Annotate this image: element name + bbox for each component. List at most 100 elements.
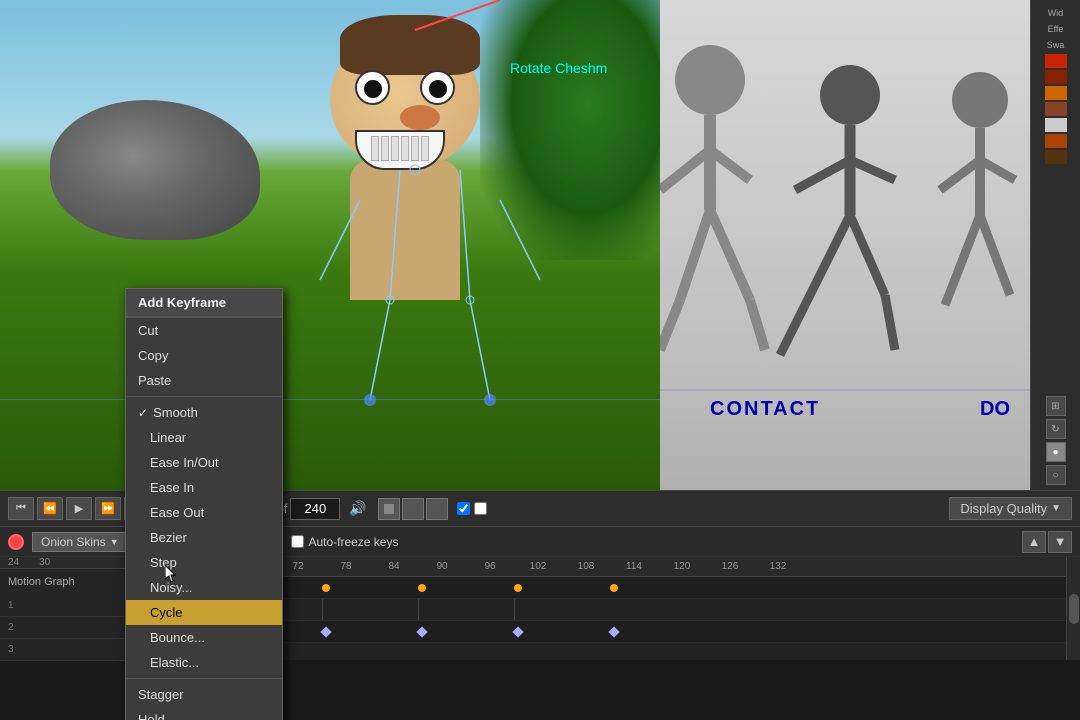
menu-bounce[interactable]: Bounce... xyxy=(126,625,282,650)
keyframe-3-2[interactable] xyxy=(320,626,331,637)
menu-copy[interactable]: Copy xyxy=(126,343,282,368)
volume-icon[interactable]: 🔊 xyxy=(349,500,366,517)
context-menu: Add Keyframe Cut Copy Paste ✓ Smooth Lin… xyxy=(125,288,283,720)
color-swatch-2[interactable] xyxy=(1045,70,1067,84)
keyframe-1-5[interactable] xyxy=(610,584,618,592)
keyframe-1-2[interactable] xyxy=(322,584,330,592)
menu-noisy[interactable]: Noisy... xyxy=(126,575,282,600)
menu-separator-3 xyxy=(126,678,282,679)
menu-separator-2 xyxy=(126,396,282,397)
frame-num-114: 114 xyxy=(610,561,658,572)
timeline-arrow-up[interactable]: ▲ xyxy=(1022,531,1046,553)
total-frames-input[interactable] xyxy=(290,498,340,520)
row-num-2: 2 xyxy=(0,617,129,639)
menu-step[interactable]: Step xyxy=(126,550,282,575)
sidebar-icon-4[interactable]: ○ xyxy=(1046,465,1066,485)
color-swatch-6[interactable] xyxy=(1045,134,1067,148)
frame-num-108: 108 xyxy=(562,561,610,572)
menu-add-keyframe[interactable]: Add Keyframe xyxy=(126,289,282,317)
right-sidebar: Wid Effe Swa ⊞ ↻ ● ○ xyxy=(1030,0,1080,490)
rewind-button[interactable]: ⏮ xyxy=(8,497,34,520)
character-eye-right xyxy=(420,70,455,105)
color-swatch-3[interactable] xyxy=(1045,86,1067,100)
menu-hold[interactable]: Hold... xyxy=(126,707,282,720)
row-num-1: 1 xyxy=(0,595,129,617)
onion-skins-btn[interactable]: Onion Skins ▼ xyxy=(32,532,128,552)
effect-label: Effe xyxy=(1048,21,1064,37)
menu-ease-in[interactable]: Ease In xyxy=(126,475,282,500)
menu-ease-out[interactable]: Ease Out xyxy=(126,500,282,525)
playback-indicator xyxy=(8,534,24,550)
play-button[interactable]: ▶ xyxy=(66,497,92,520)
smooth-checkmark: ✓ xyxy=(138,406,148,420)
frame-num-126: 126 xyxy=(706,561,754,572)
check-1[interactable] xyxy=(457,502,470,515)
menu-elastic[interactable]: Elastic... xyxy=(126,650,282,675)
keyframe-3-3[interactable] xyxy=(416,626,427,637)
frame-num-90: 90 xyxy=(418,561,466,572)
view-mode-3[interactable] xyxy=(426,498,448,520)
width-label: Wid xyxy=(1048,5,1064,21)
foliage-right xyxy=(480,0,660,260)
swatch-label: Swa xyxy=(1047,37,1065,53)
menu-stagger[interactable]: Stagger xyxy=(126,682,282,707)
rotate-label: Rotate Cheshm xyxy=(510,60,607,76)
keyframe-1-3[interactable] xyxy=(418,584,426,592)
svg-text:DO: DO xyxy=(980,398,1010,420)
menu-cut[interactable]: Cut xyxy=(126,318,282,343)
display-quality-btn[interactable]: Display Quality ▼ xyxy=(949,497,1072,520)
svg-text:CONTACT: CONTACT xyxy=(710,398,820,420)
timeline-left-panel: 24 30 Motion Graph 1 2 3 xyxy=(0,557,130,660)
frame-num-96: 96 xyxy=(466,561,514,572)
step-back-button[interactable]: ⏪ xyxy=(37,497,63,520)
step-forward-button[interactable]: ⏩ xyxy=(95,497,121,520)
character-body xyxy=(350,160,460,300)
color-swatch-7[interactable] xyxy=(1045,150,1067,164)
timeline-row-nums: 1 2 3 xyxy=(0,595,129,661)
tick-2-2 xyxy=(322,599,323,620)
main-wrapper: Rotate Cheshm xyxy=(0,0,1080,720)
blue-guide-line xyxy=(0,399,660,400)
frame-num-132: 132 xyxy=(754,561,802,572)
walk-panel: CONTACT DO xyxy=(660,0,1030,490)
character-hat xyxy=(340,15,480,75)
onion-chevron-icon: ▼ xyxy=(110,537,119,547)
menu-ease-in-out[interactable]: Ease In/Out xyxy=(126,450,282,475)
sidebar-icon-1[interactable]: ⊞ xyxy=(1046,396,1066,416)
row-num-3: 3 xyxy=(0,639,129,661)
sidebar-icon-2[interactable]: ↻ xyxy=(1046,419,1066,439)
color-swatch-5[interactable] xyxy=(1045,118,1067,132)
timeline-scrollbar[interactable] xyxy=(1066,557,1080,660)
checkbox-area xyxy=(457,502,487,515)
character-nose xyxy=(400,105,440,130)
menu-paste[interactable]: Paste xyxy=(126,368,282,393)
menu-cycle[interactable]: Cycle xyxy=(126,600,282,625)
frame-num-120: 120 xyxy=(658,561,706,572)
frame-num-84: 84 xyxy=(370,561,418,572)
view-mode-2[interactable] xyxy=(402,498,424,520)
tick-2-4 xyxy=(514,599,515,620)
color-swatch-4[interactable] xyxy=(1045,102,1067,116)
timeline-frame-ref: 24 30 xyxy=(0,557,129,569)
motion-graph-label: Motion Graph xyxy=(0,569,129,595)
menu-smooth[interactable]: ✓ Smooth xyxy=(126,400,282,425)
chevron-down-icon: ▼ xyxy=(1051,503,1061,514)
character-mouth xyxy=(355,130,445,170)
keyframe-1-4[interactable] xyxy=(514,584,522,592)
timeline-arrow-down[interactable]: ▼ xyxy=(1048,531,1072,553)
scene-panel: Rotate Cheshm xyxy=(0,0,660,490)
auto-freeze-label[interactable]: Auto-freeze keys xyxy=(291,535,398,549)
keyframe-3-5[interactable] xyxy=(608,626,619,637)
check-2[interactable] xyxy=(474,502,487,515)
auto-freeze-check[interactable] xyxy=(291,535,304,548)
menu-linear[interactable]: Linear xyxy=(126,425,282,450)
character-eye-left xyxy=(355,70,390,105)
keyframe-3-4[interactable] xyxy=(512,626,523,637)
color-swatch-1[interactable] xyxy=(1045,54,1067,68)
frame-num-102: 102 xyxy=(514,561,562,572)
view-mode-1[interactable] xyxy=(378,498,400,520)
menu-bezier[interactable]: Bezier xyxy=(126,525,282,550)
sidebar-icon-3[interactable]: ● xyxy=(1046,442,1066,462)
tick-2-3 xyxy=(418,599,419,620)
walk-figures-svg: CONTACT DO xyxy=(660,0,1030,490)
